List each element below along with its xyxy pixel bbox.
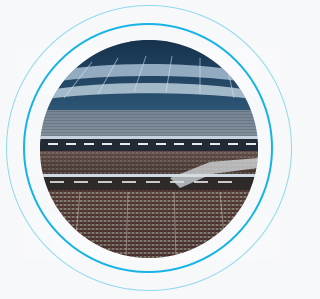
stadium-illustration bbox=[40, 40, 258, 258]
stadium-photo bbox=[40, 40, 258, 258]
